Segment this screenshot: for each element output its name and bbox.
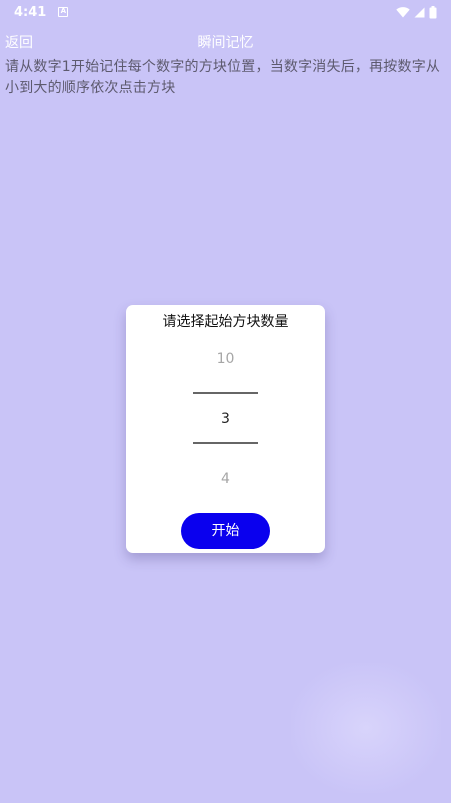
- battery-icon: [429, 5, 437, 19]
- picker-item-next[interactable]: 4: [126, 471, 325, 487]
- page-title: 瞬间记忆: [197, 35, 254, 51]
- instructions-text: 请从数字1开始记住每个数字的方块位置，当数字消失后，再按数字从小到大的顺序依次点…: [5, 59, 441, 96]
- status-time: 4:41: [14, 4, 47, 20]
- block-count-dialog: 请选择起始方块数量 10 3 4 开始: [126, 305, 325, 553]
- start-button[interactable]: 开始: [181, 513, 270, 549]
- app-bar: 瞬间记忆 返回: [0, 28, 451, 52]
- status-right: [396, 5, 437, 19]
- status-left: 4:41 A: [14, 4, 69, 20]
- background-glow: [291, 663, 441, 793]
- back-button[interactable]: 返回: [5, 32, 33, 52]
- picker-divider-bottom: [193, 442, 258, 444]
- status-bar: 4:41 A: [0, 0, 451, 24]
- wifi-icon: [396, 6, 410, 18]
- picker-divider-top: [193, 392, 258, 394]
- cell-signal-icon: [414, 7, 425, 18]
- picker-item-selected[interactable]: 3: [126, 411, 325, 427]
- picker-item-prev[interactable]: 10: [126, 351, 325, 367]
- notification-a-icon: A: [58, 7, 69, 17]
